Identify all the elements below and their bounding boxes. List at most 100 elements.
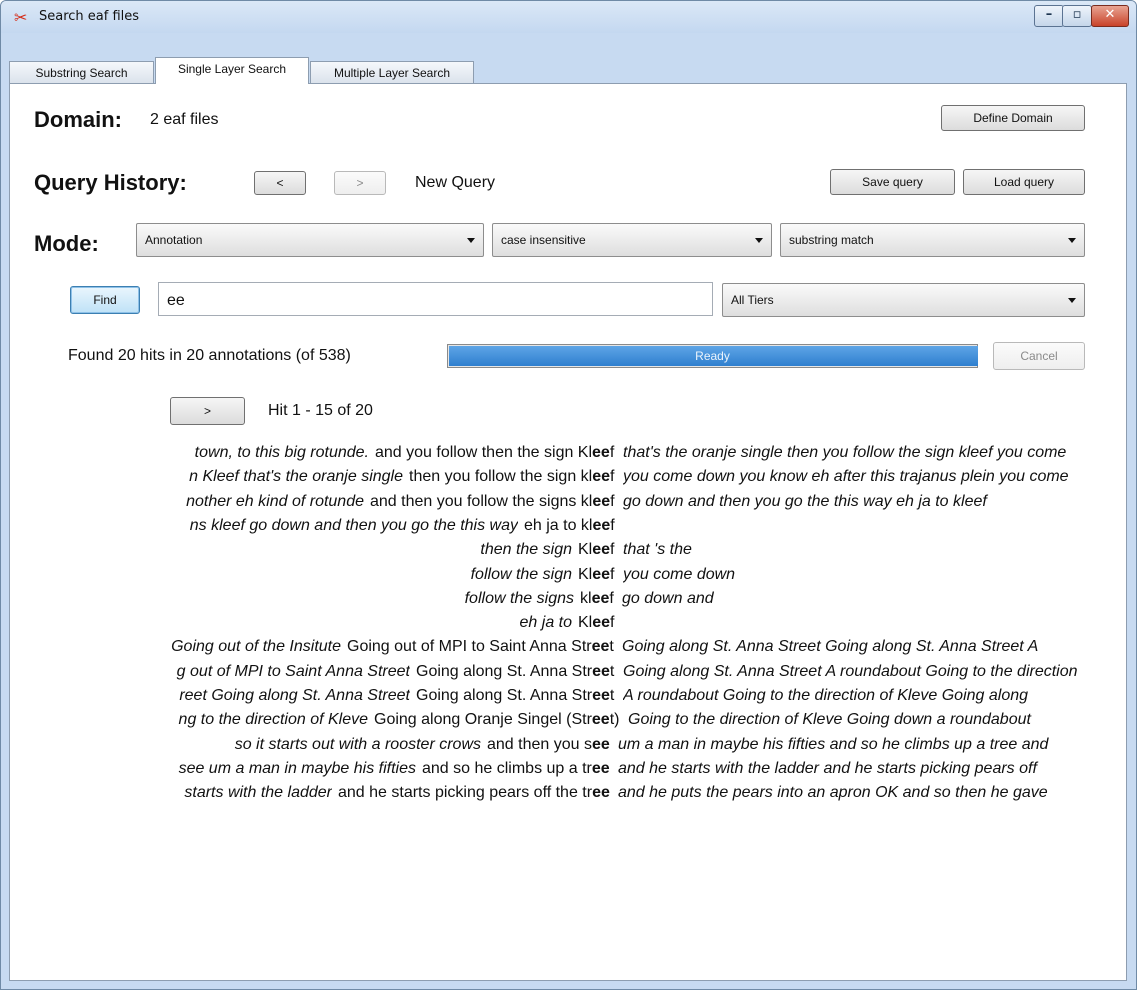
hit-summary: Found 20 hits in 20 annotations (of 538) [68,347,351,364]
left-context-text: g out of MPI to Saint Anna Street [176,663,410,680]
right-context-text: um a man in maybe his fifties and so he … [618,736,1049,753]
case-select[interactable]: case insensitive [492,223,772,257]
hit-annotation[interactable]: Going along St. Anna Street [416,660,617,684]
history-prev-button[interactable]: < [254,171,306,195]
right-context: and he starts with the ladder and he sta… [618,757,1128,781]
right-context-text: A roundabout Going to the direction of K… [623,687,1029,704]
close-button[interactable]: ✕ [1091,5,1129,27]
match-highlight: ee [592,493,611,510]
result-row[interactable]: follow the sign Kleef you come down [10,563,1128,587]
result-row[interactable]: ns kleef go down and then you go the thi… [10,514,1128,538]
hit-annotation[interactable]: and then you see [487,733,612,757]
left-context: so it starts out with a rooster crows [10,733,481,757]
left-context-text: nother eh kind of rotunde [186,493,364,510]
right-context: go down and [622,587,1128,611]
title-bar[interactable]: ✂ Search eaf files – ▫ ✕ [1,1,1136,33]
hit-annotation[interactable]: Going out of MPI to Saint Anna Street [347,635,616,659]
cancel-button[interactable]: Cancel [993,342,1085,370]
tab-single-layer-search[interactable]: Single Layer Search [155,57,309,84]
right-context: that's the oranje single then you follow… [623,441,1128,465]
match-highlight: ee [592,614,611,631]
result-row[interactable]: then the sign Kleef that 's the [10,538,1128,562]
case-value: case insensitive [501,233,586,247]
result-row[interactable]: g out of MPI to Saint Anna Street Going a… [10,660,1128,684]
hit-annotation[interactable]: and you follow then the sign Kleef [375,441,617,465]
left-context-text: follow the signs [464,590,574,607]
hit-text: kleef [580,590,614,607]
hit-annotation[interactable]: eh ja to kleef [524,514,617,538]
result-row[interactable]: eh ja to Kleef [10,611,1128,635]
left-context-text: follow the sign [470,566,572,583]
tab-substring-search[interactable]: Substring Search [9,61,154,83]
result-row[interactable]: Going out of the Insitute Going out of MP… [10,635,1128,659]
right-context-text: and he puts the pears into an apron OK a… [618,784,1048,801]
right-context-text: go down and then you go the this way eh … [623,493,987,510]
result-row[interactable]: town, to this big rotunde. and you follow… [10,441,1128,465]
elan-logo-icon: ✂ [14,8,28,27]
result-row[interactable]: reet Going along St. Anna Street Going al… [10,684,1128,708]
chevron-down-icon [467,238,475,243]
left-context: see um a man in maybe his fifties [10,757,416,781]
right-context [623,514,1128,538]
load-query-button[interactable]: Load query [963,169,1085,195]
match-highlight: ee [591,638,610,655]
hit-text: Going along St. Anna Street [416,687,615,704]
right-context: you come down [623,563,1128,587]
minimize-button[interactable]: – [1034,5,1064,27]
result-row[interactable]: follow the signs kleef go down and [10,587,1128,611]
match-type-select[interactable]: substring match [780,223,1085,257]
result-row[interactable]: so it starts out with a rooster crows and… [10,733,1128,757]
hit-annotation[interactable]: and then you follow the signs kleef [370,490,617,514]
left-context-text: so it starts out with a rooster crows [234,736,481,753]
hit-annotation[interactable]: and so he climbs up a tree [422,757,612,781]
hit-annotation[interactable]: Going along St. Anna Street [416,684,617,708]
find-button[interactable]: Find [70,286,140,314]
result-row[interactable]: see um a man in maybe his fifties and so … [10,757,1128,781]
match-highlight: ee [592,541,611,558]
hit-annotation[interactable]: Kleef [578,563,617,587]
match-highlight: ee [591,590,610,607]
result-row[interactable]: starts with the ladder and he starts pick… [10,781,1128,805]
minimize-icon: – [1045,7,1053,22]
search-type-select[interactable]: Annotation [136,223,484,257]
save-query-button[interactable]: Save query [830,169,955,195]
match-highlight: ee [592,468,611,485]
hit-text: and so he climbs up a tree [422,760,610,777]
right-context: Going along St. Anna Street A roundabout… [623,660,1128,684]
next-page-button[interactable]: > [170,397,245,425]
hit-text: eh ja to kleef [524,517,615,534]
left-context-text: ng to the direction of Kleve [178,711,368,728]
right-context-text: and he starts with the ladder and he sta… [618,760,1037,777]
history-next-button[interactable]: > [334,171,386,195]
hit-annotation[interactable]: kleef [580,587,616,611]
query-history-label: Query History: [34,170,187,195]
chevron-down-icon [755,238,763,243]
result-row[interactable]: n Kleef that's the oranje single then you… [10,465,1128,489]
left-context: eh ja to [10,611,572,635]
hit-annotation[interactable]: Going along Oranje Singel (Street) [374,708,622,732]
hit-annotation[interactable]: Kleef [578,538,617,562]
query-input[interactable]: ee [158,282,713,316]
chevron-down-icon [1068,238,1076,243]
hit-text: Going along St. Anna Street [416,663,615,680]
search-progress-bar: Ready [447,344,978,368]
hit-text: Kleef [578,614,615,631]
tab-multiple-layer-search[interactable]: Multiple Layer Search [310,61,474,83]
define-domain-button[interactable]: Define Domain [941,105,1085,131]
hit-annotation[interactable]: and he starts picking pears off the tree [338,781,612,805]
hit-annotation[interactable]: then you follow the sign kleef [409,465,617,489]
maximize-button[interactable]: ▫ [1062,5,1092,27]
hit-text: and he starts picking pears off the tree [338,784,610,801]
hit-text: and then you follow the signs kleef [370,493,615,510]
hit-text: and you follow then the sign Kleef [375,444,615,461]
hit-text: Kleef [578,541,615,558]
match-type-value: substring match [789,233,874,247]
result-row[interactable]: ng to the direction of Kleve Going along … [10,708,1128,732]
close-icon: ✕ [1104,7,1116,22]
match-highlight: ee [591,736,610,753]
match-highlight: ee [591,711,610,728]
hit-annotation[interactable]: Kleef [578,611,617,635]
left-context: n Kleef that's the oranje single [10,465,403,489]
tier-select[interactable]: All Tiers [722,283,1085,317]
result-row[interactable]: nother eh kind of rotunde and then you fo… [10,490,1128,514]
